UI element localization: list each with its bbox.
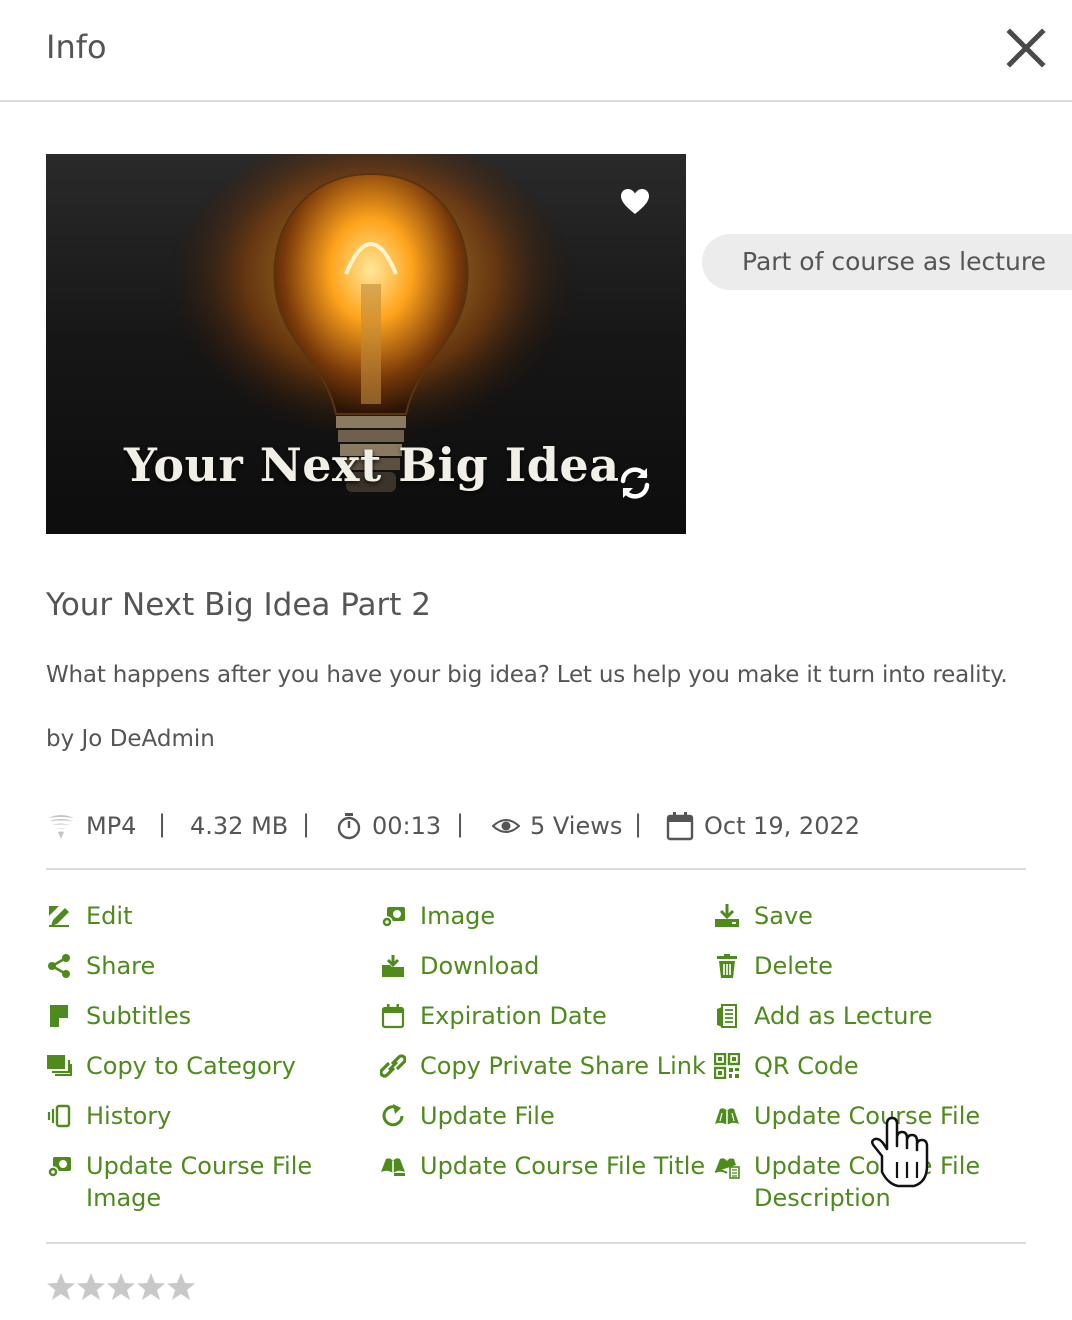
star-rating[interactable]	[46, 1272, 196, 1302]
update-course-file-label: Update Course File	[754, 1102, 981, 1130]
close-icon[interactable]	[1004, 26, 1048, 70]
size-meta: 4.32 MB	[190, 806, 288, 846]
copy-private-share-link-button[interactable]: Copy Private Share Link	[379, 1050, 706, 1082]
video-description: What happens after you have your big ide…	[46, 662, 1008, 688]
share-button[interactable]: Share	[46, 950, 155, 982]
copy-private-share-link-label: Copy Private Share Link	[420, 1052, 706, 1080]
metadata-row: MP4 | 4.32 MB | 00:13 | 5 Views | Oct 19…	[46, 806, 1026, 846]
update-course-file-image-label: Update Course File Image	[86, 1152, 313, 1212]
stopwatch-icon	[337, 813, 361, 840]
link-icon	[379, 1053, 407, 1079]
open-book-icon	[714, 1103, 740, 1129]
video-author: by Jo DeAdmin	[46, 726, 215, 752]
date-value: Oct 19, 2022	[704, 812, 860, 840]
video-format-icon	[48, 815, 74, 839]
eye-icon	[492, 819, 520, 833]
share-label: Share	[86, 952, 156, 980]
book-document-icon	[714, 1153, 740, 1179]
meta-separator: |	[634, 810, 643, 838]
book-stack-icon	[714, 1003, 740, 1029]
panel-title: Info	[46, 28, 107, 66]
trash-icon	[714, 953, 740, 979]
views-meta: 5 Views	[492, 806, 622, 846]
qr-code-icon	[713, 1052, 741, 1080]
star-icon[interactable]	[166, 1272, 196, 1302]
qr-code-label: QR Code	[754, 1052, 859, 1080]
expiration-date-button[interactable]: Expiration Date	[380, 1000, 607, 1032]
star-icon[interactable]	[76, 1272, 106, 1302]
history-icon	[46, 1103, 72, 1129]
note-icon	[46, 1003, 72, 1029]
divider	[46, 868, 1026, 870]
delete-label: Delete	[754, 952, 833, 980]
update-course-file-title-label: Update Course File Title	[420, 1152, 706, 1180]
save-label: Save	[754, 902, 813, 930]
course-badge: Part of course as lecture	[702, 234, 1072, 290]
image-gear-icon	[380, 903, 406, 929]
copy-windows-icon	[46, 1053, 72, 1079]
divider	[46, 1242, 1026, 1244]
qr-code-button[interactable]: QR Code	[713, 1050, 859, 1082]
update-file-button[interactable]: Update File	[380, 1100, 555, 1132]
image-label: Image	[420, 902, 496, 930]
edit-button[interactable]: Edit	[46, 900, 132, 932]
add-as-lecture-button[interactable]: Add as Lecture	[714, 1000, 933, 1032]
edit-label: Edit	[86, 902, 133, 930]
meta-separator: |	[456, 810, 465, 838]
video-thumbnail[interactable]: Your Next Big Idea	[46, 154, 686, 534]
format-meta: MP4	[46, 806, 136, 846]
calendar-icon	[380, 1003, 406, 1029]
image-button[interactable]: Image	[380, 900, 495, 932]
delete-button[interactable]: Delete	[714, 950, 833, 982]
duration-meta: 00:13	[336, 806, 441, 846]
format-value: MP4	[86, 812, 137, 840]
copy-to-category-label: Copy to Category	[86, 1052, 296, 1080]
heart-icon[interactable]	[620, 188, 650, 216]
info-header: Info	[0, 0, 1072, 102]
update-course-file-image-button[interactable]: Update Course File Image	[46, 1150, 346, 1214]
save-button[interactable]: Save	[714, 900, 813, 932]
add-as-lecture-label: Add as Lecture	[754, 1002, 933, 1030]
history-button[interactable]: History	[46, 1100, 171, 1132]
subtitles-label: Subtitles	[86, 1002, 192, 1030]
image-gear-icon	[46, 1153, 72, 1179]
share-icon	[46, 953, 72, 979]
copy-to-category-button[interactable]: Copy to Category	[46, 1050, 296, 1082]
update-course-file-button[interactable]: Update Course File	[714, 1100, 980, 1132]
refresh-icon[interactable]	[616, 464, 654, 502]
video-title: Your Next Big Idea Part 2	[46, 587, 432, 623]
star-icon[interactable]	[46, 1272, 76, 1302]
download-folder-icon	[380, 953, 406, 979]
save-tray-icon	[714, 903, 740, 929]
download-button[interactable]: Download	[380, 950, 539, 982]
update-course-file-description-label: Update Course File Description	[754, 1152, 981, 1212]
views-value: 5 Views	[530, 812, 623, 840]
update-course-file-title-button[interactable]: Update Course File Title	[380, 1150, 705, 1182]
calendar-icon	[666, 812, 694, 841]
duration-value: 00:13	[372, 812, 442, 840]
file-size-value: 4.32 MB	[190, 812, 289, 840]
history-label: History	[86, 1102, 172, 1130]
download-label: Download	[420, 952, 540, 980]
star-icon[interactable]	[136, 1272, 166, 1302]
update-file-label: Update File	[420, 1102, 555, 1130]
refresh-icon	[380, 1103, 406, 1129]
book-edit-icon	[380, 1153, 406, 1179]
meta-separator: |	[158, 810, 167, 838]
update-course-file-description-button[interactable]: Update Course File Description	[714, 1150, 1014, 1214]
subtitles-button[interactable]: Subtitles	[46, 1000, 191, 1032]
date-meta: Oct 19, 2022	[666, 806, 860, 846]
pencil-square-icon	[46, 903, 72, 929]
expiration-date-label: Expiration Date	[420, 1002, 607, 1030]
star-icon[interactable]	[106, 1272, 136, 1302]
meta-separator: |	[302, 810, 311, 838]
thumbnail-caption: Your Next Big Idea	[124, 438, 620, 492]
